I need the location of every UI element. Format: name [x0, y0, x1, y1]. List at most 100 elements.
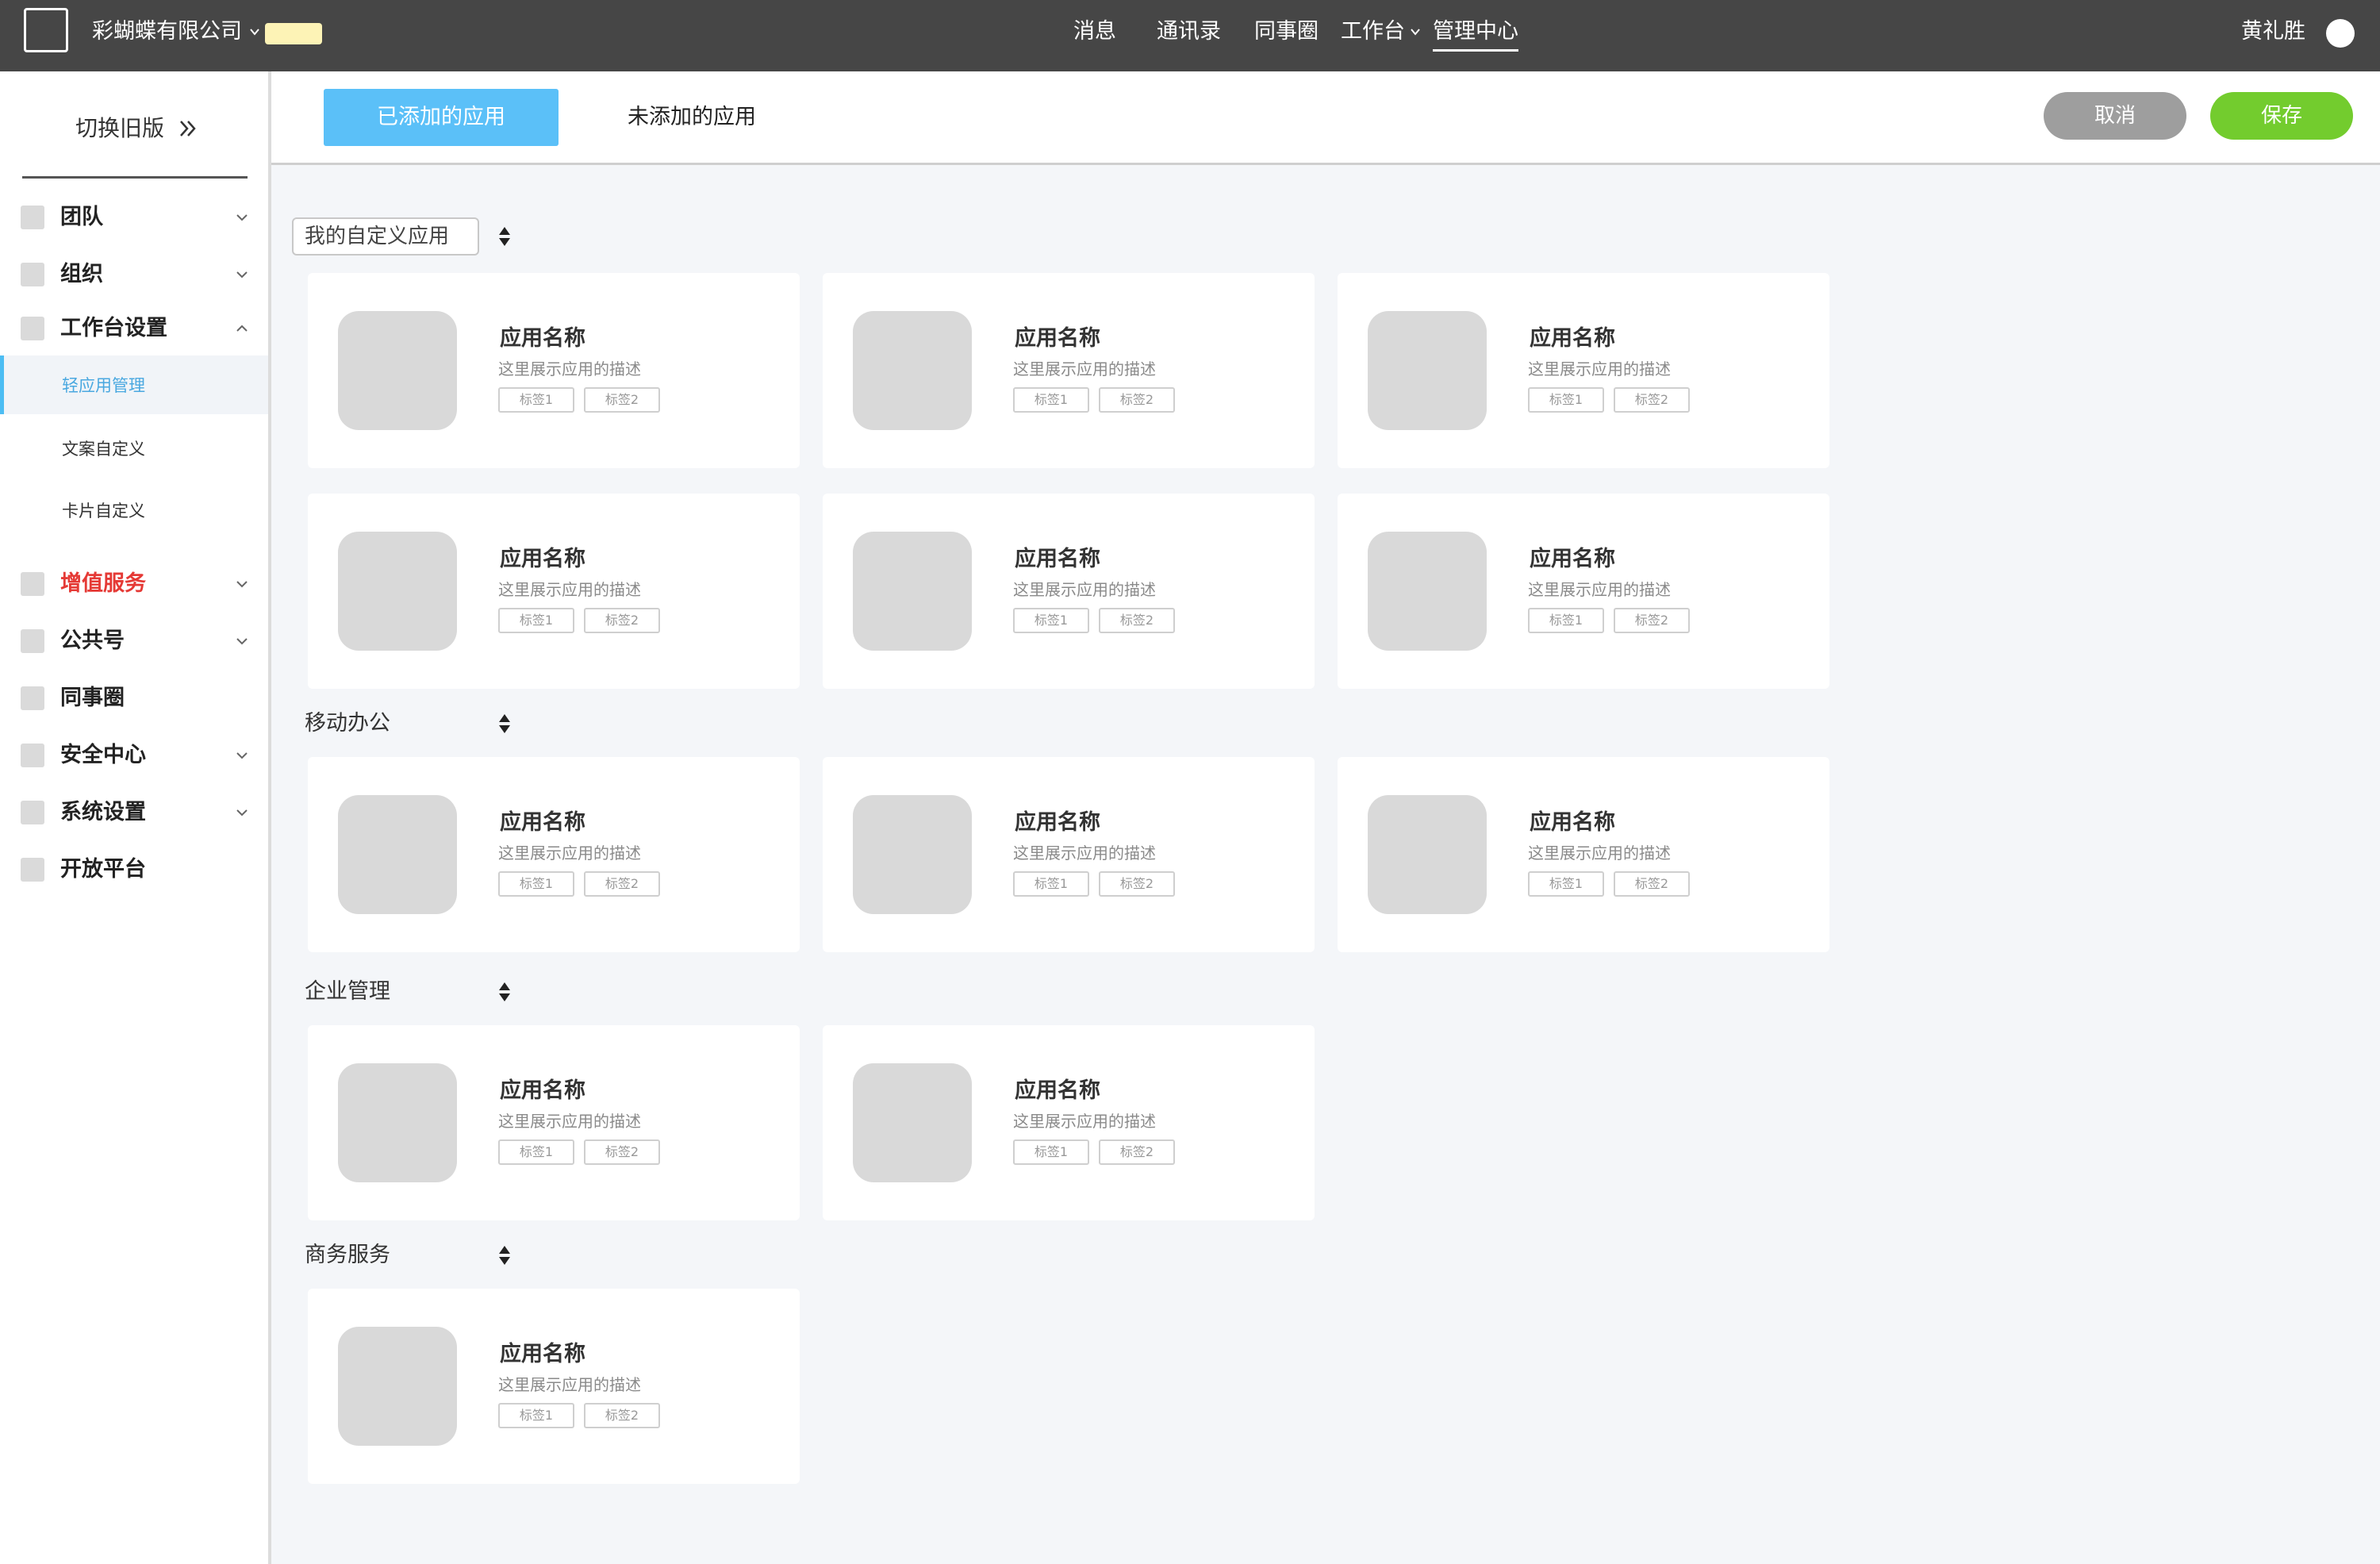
sidebar-subitem-card-customization[interactable]: 卡片自定义 [0, 481, 268, 540]
switch-old-label: 切换旧版 [75, 115, 165, 141]
app-name: 应用名称 [1015, 810, 1100, 835]
nav-label: 工作台 [1341, 19, 1405, 44]
nav-colleague-circle[interactable]: 同事圈 [1254, 16, 1319, 48]
sidebar-item-label: 团队 [60, 205, 103, 229]
sidebar-item-label: 系统设置 [60, 800, 146, 824]
chevron-up-icon [236, 325, 248, 332]
main-nav: 消息 通讯录 同事圈 工作台 管理中心 [0, 16, 2380, 52]
app-card[interactable]: 应用名称 这里展示应用的描述 标签1 标签2 [823, 273, 1315, 468]
avatar[interactable] [2326, 19, 2355, 48]
app-card[interactable]: 应用名称 这里展示应用的描述 标签1 标签2 [1338, 757, 1829, 952]
app-card[interactable]: 应用名称 这里展示应用的描述 标签1 标签2 [1338, 494, 1829, 689]
app-tag: 标签1 [1013, 608, 1089, 633]
app-icon-placeholder [338, 1063, 457, 1182]
app-icon-placeholder [853, 795, 972, 914]
sidebar-item-workbench-settings[interactable]: 工作台设置 [0, 309, 268, 348]
sidebar-item-security-center[interactable]: 安全中心 [0, 736, 268, 774]
app-card[interactable]: 应用名称 这里展示应用的描述 标签1 标签2 [823, 757, 1315, 952]
sidebar-subitem-label: 轻应用管理 [62, 376, 145, 395]
sort-icon[interactable] [497, 225, 512, 248]
app-description: 这里展示应用的描述 [1528, 580, 1671, 599]
workbench-settings-icon [21, 317, 44, 340]
nav-admin-center[interactable]: 管理中心 [1433, 16, 1518, 52]
app-card[interactable]: 应用名称 这里展示应用的描述 标签1 标签2 [823, 494, 1315, 689]
sidebar-item-label: 同事圈 [60, 686, 125, 710]
colleague-circle-icon [21, 686, 44, 710]
tab-added-apps[interactable]: 已添加的应用 [324, 89, 559, 146]
app-tag: 标签2 [1099, 1139, 1175, 1165]
app-icon-placeholder [853, 532, 972, 651]
sidebar-item-colleague-circle[interactable]: 同事圈 [0, 679, 268, 717]
app-name: 应用名称 [500, 326, 585, 351]
app-tabs-header: 已添加的应用 未添加的应用 取消 保存 [271, 71, 2380, 165]
nav-label: 同事圈 [1254, 19, 1319, 44]
sort-icon[interactable] [497, 981, 512, 1003]
group-label-mobile-office: 移动办公 [305, 711, 390, 736]
security-center-icon [21, 744, 44, 767]
sort-icon[interactable] [497, 1244, 512, 1266]
sidebar-item-public-account[interactable]: 公共号 [0, 622, 268, 660]
app-tag: 标签2 [584, 1139, 660, 1165]
app-name: 应用名称 [1530, 326, 1615, 351]
sidebar-item-label: 安全中心 [60, 743, 146, 767]
nav-contacts[interactable]: 通讯录 [1157, 16, 1221, 48]
app-icon-placeholder [1368, 795, 1487, 914]
app-description: 这里展示应用的描述 [1528, 843, 1671, 863]
sidebar-divider [22, 176, 248, 179]
chevron-down-icon [236, 581, 248, 588]
app-card[interactable]: 应用名称 这里展示应用的描述 标签1 标签2 [308, 757, 800, 952]
app-tag: 标签2 [1614, 387, 1690, 413]
app-card[interactable]: 应用名称 这里展示应用的描述 标签1 标签2 [308, 494, 800, 689]
team-icon [21, 206, 44, 229]
cancel-button[interactable]: 取消 [2044, 92, 2186, 140]
sidebar-item-team[interactable]: 团队 [0, 198, 268, 236]
app-tag: 标签2 [1099, 608, 1175, 633]
open-platform-icon [21, 858, 44, 882]
tab-not-added-apps[interactable]: 未添加的应用 [605, 89, 779, 146]
nav-messages[interactable]: 消息 [1073, 16, 1116, 48]
app-tag: 标签2 [584, 1403, 660, 1428]
user-name[interactable]: 黄礼胜 [2241, 16, 2305, 48]
chevron-down-icon [236, 809, 248, 817]
nav-workbench[interactable]: 工作台 [1341, 16, 1421, 48]
sidebar-item-organization[interactable]: 组织 [0, 256, 268, 294]
app-icon-placeholder [338, 311, 457, 430]
app-tag: 标签1 [1013, 387, 1089, 413]
app-name: 应用名称 [500, 1078, 585, 1103]
sidebar-item-system-settings[interactable]: 系统设置 [0, 794, 268, 832]
app-tag: 标签1 [498, 1139, 574, 1165]
sidebar-item-open-platform[interactable]: 开放平台 [0, 851, 268, 889]
value-added-services-icon [21, 572, 44, 596]
organization-icon [21, 263, 44, 286]
app-tag: 标签2 [584, 387, 660, 413]
sidebar-subitem-light-app-management[interactable]: 轻应用管理 [0, 355, 268, 414]
app-card[interactable]: 应用名称 这里展示应用的描述 标签1 标签2 [1338, 273, 1829, 468]
sidebar-item-label: 组织 [60, 262, 103, 286]
app-card[interactable]: 应用名称 这里展示应用的描述 标签1 标签2 [823, 1025, 1315, 1220]
sidebar-item-label: 公共号 [60, 628, 125, 653]
app-card[interactable]: 应用名称 这里展示应用的描述 标签1 标签2 [308, 273, 800, 468]
app-card[interactable]: 应用名称 这里展示应用的描述 标签1 标签2 [308, 1025, 800, 1220]
app-name: 应用名称 [500, 547, 585, 571]
app-name: 应用名称 [500, 1342, 585, 1366]
save-button[interactable]: 保存 [2210, 92, 2353, 140]
app-name: 应用名称 [1015, 326, 1100, 351]
app-description: 这里展示应用的描述 [498, 1112, 641, 1131]
sidebar-item-label: 开放平台 [60, 857, 146, 882]
app-name: 应用名称 [1530, 810, 1615, 835]
sidebar-subitem-label: 文案自定义 [62, 440, 145, 459]
app-card[interactable]: 应用名称 这里展示应用的描述 标签1 标签2 [308, 1289, 800, 1484]
app-icon-placeholder [338, 1327, 457, 1446]
app-icon-placeholder [338, 532, 457, 651]
app-icon-placeholder [853, 1063, 972, 1182]
switch-old-version-button[interactable]: 切换旧版 [75, 113, 199, 144]
sort-icon[interactable] [497, 713, 512, 735]
chevron-down-icon [236, 214, 248, 221]
app-description: 这里展示应用的描述 [1013, 843, 1156, 863]
sidebar-subitem-copy-customization[interactable]: 文案自定义 [0, 419, 268, 478]
app-icon-placeholder [338, 795, 457, 914]
app-tag: 标签2 [1099, 871, 1175, 897]
sidebar-item-value-added-services[interactable]: 增值服务 [0, 565, 268, 603]
app-icon-placeholder [853, 311, 972, 430]
group-name-select[interactable]: 我的自定义应用 [292, 217, 479, 256]
